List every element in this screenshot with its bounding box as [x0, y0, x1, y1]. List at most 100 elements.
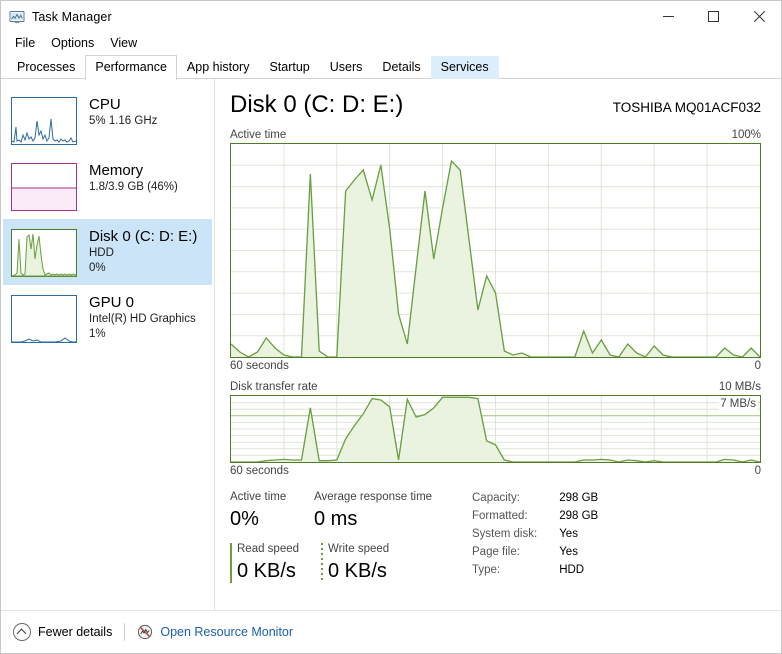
maximize-button[interactable]	[691, 1, 736, 32]
property-value: Yes	[559, 546, 578, 558]
transfer-rate-graph: 7 MB/s	[230, 395, 761, 463]
property-key: Formatted:	[472, 510, 528, 522]
sidebar-item-usage: 0%	[89, 262, 106, 274]
stats-area: Active time 0% Average response time 0 m…	[230, 489, 761, 585]
open-resource-monitor-label: Open Resource Monitor	[160, 625, 294, 639]
property-key: Capacity:	[472, 492, 520, 504]
open-resource-monitor-link[interactable]: Open Resource Monitor	[137, 624, 293, 640]
sidebar-item-memory[interactable]: Memory 1.8/3.9 GB (46%)	[3, 153, 212, 219]
transfer-rate-graph-title: Disk transfer rate	[230, 381, 318, 393]
stat-value: 0 KB/s	[237, 560, 296, 582]
menu-item-file[interactable]: File	[7, 34, 43, 52]
resource-sidebar: CPU 5% 1.16 GHz Memory 1.8/3.9 GB (46%)	[1, 79, 215, 610]
resource-monitor-icon	[137, 624, 153, 640]
stat-value: 0 KB/s	[328, 560, 387, 582]
fewer-details-button[interactable]: Fewer details	[13, 623, 112, 641]
property-key: Type:	[472, 564, 501, 576]
sidebar-item-subtitle: 5% 1.16 GHz	[89, 115, 158, 127]
sidebar-item-subtitle: HDD	[89, 247, 114, 259]
chevron-up-circle-icon	[13, 623, 31, 641]
active-time-graph-axis: 60 seconds 0	[230, 360, 761, 372]
sidebar-item-gpu-0[interactable]: GPU 0 Intel(R) HD Graphics 1%	[3, 285, 212, 351]
active-time-graph	[230, 143, 761, 358]
stat-label: Active time	[230, 491, 287, 503]
stat-active-time: Active time 0%	[230, 489, 314, 533]
panel-header: Disk 0 (C: D: E:) TOSHIBA MQ01ACF032	[230, 90, 761, 120]
gpu-thumbnail-graph	[11, 295, 77, 343]
status-bar-divider	[124, 623, 126, 641]
tab-strip: Processes Performance App history Startu…	[1, 54, 781, 80]
sidebar-item-subtitle: 1.8/3.9 GB (46%)	[89, 181, 178, 193]
active-time-graph-title: Active time	[230, 129, 287, 141]
active-time-axis-left: 60 seconds	[230, 360, 289, 372]
sidebar-item-subtitle: Intel(R) HD Graphics	[89, 313, 196, 325]
content-area: CPU 5% 1.16 GHz Memory 1.8/3.9 GB (46%)	[1, 79, 781, 610]
transfer-rate-graph-max: 10 MB/s	[718, 381, 761, 393]
transfer-rate-axis-right: 0	[754, 465, 761, 477]
property-value: HDD	[559, 564, 585, 576]
tab-startup[interactable]: Startup	[259, 56, 319, 79]
window-title: Task Manager	[32, 9, 112, 24]
cpu-thumbnail-graph	[11, 97, 77, 145]
property-value: 298 GB	[559, 510, 599, 522]
menu-item-view[interactable]: View	[102, 34, 145, 52]
transfer-rate-marker-label: 7 MB/s	[719, 397, 757, 411]
sidebar-item-title: Disk 0 (C: D: E:)	[89, 228, 198, 245]
gpu-info: GPU 0 Intel(R) HD Graphics 1%	[89, 293, 196, 342]
tab-performance[interactable]: Performance	[85, 55, 177, 80]
status-bar: Fewer details Open Resource Monitor	[1, 610, 781, 653]
stats-left-group: Active time 0% Average response time 0 m…	[230, 489, 462, 585]
memory-info: Memory 1.8/3.9 GB (46%)	[89, 161, 178, 195]
sidebar-item-cpu[interactable]: CPU 5% 1.16 GHz	[3, 87, 212, 153]
fewer-details-label: Fewer details	[38, 625, 113, 639]
write-speed-bar-icon	[321, 543, 323, 583]
speed-row: Read speed 0 KB/s Write speed 0 KB/s	[230, 541, 462, 585]
stat-label: Average response time	[314, 491, 433, 503]
stat-label: Read speed	[237, 543, 300, 555]
close-button[interactable]	[736, 1, 781, 32]
tab-app-history[interactable]: App history	[177, 56, 260, 79]
minimize-icon	[663, 16, 674, 17]
read-speed-bar-icon	[230, 543, 232, 583]
active-time-graph-labels: Active time 100%	[230, 129, 761, 141]
maximize-icon	[708, 11, 719, 22]
property-key: Page file:	[472, 546, 520, 558]
active-time-graph-max: 100%	[731, 129, 761, 141]
tab-services[interactable]: Services	[430, 56, 499, 79]
cpu-info: CPU 5% 1.16 GHz	[89, 95, 157, 129]
disk-info: Disk 0 (C: D: E:) HDD 0%	[89, 227, 197, 276]
stat-average-response-time: Average response time 0 ms	[314, 489, 448, 533]
stat-value: 0%	[230, 508, 259, 530]
transfer-rate-axis-left: 60 seconds	[230, 465, 289, 477]
page-title: Disk 0 (C: D: E:)	[230, 91, 404, 118]
tab-processes[interactable]: Processes	[7, 56, 85, 79]
task-manager-icon	[9, 9, 25, 25]
window-controls	[646, 1, 781, 32]
transfer-rate-graph-axis: 60 seconds 0	[230, 465, 761, 477]
memory-thumbnail-graph	[11, 163, 77, 211]
device-model: TOSHIBA MQ01ACF032	[612, 100, 761, 115]
property-value: 298 GB	[559, 492, 599, 504]
stat-value: 0 ms	[314, 508, 358, 530]
disk-thumbnail-graph	[11, 229, 77, 277]
sidebar-item-disk-0[interactable]: Disk 0 (C: D: E:) HDD 0%	[3, 219, 212, 285]
transfer-rate-graph-labels: Disk transfer rate 10 MB/s	[230, 381, 761, 393]
performance-detail-panel: Disk 0 (C: D: E:) TOSHIBA MQ01ACF032 Act…	[215, 79, 781, 610]
tab-users[interactable]: Users	[320, 56, 373, 79]
sidebar-item-usage: 1%	[89, 328, 106, 340]
menu-bar: File Options View	[1, 32, 781, 54]
minimize-button[interactable]	[646, 1, 691, 32]
menu-item-options[interactable]: Options	[43, 34, 102, 52]
sidebar-item-title: GPU 0	[89, 294, 135, 311]
sidebar-item-title: Memory	[89, 162, 144, 179]
property-value: Yes	[559, 528, 578, 540]
title-bar: Task Manager	[1, 1, 781, 32]
close-icon	[753, 11, 765, 23]
task-manager-window: Task Manager File Options View Processes…	[0, 0, 782, 654]
stat-read-speed: Read speed 0 KB/s	[230, 541, 321, 585]
property-key: System disk:	[472, 528, 538, 540]
active-time-axis-right: 0	[754, 360, 761, 372]
tab-details[interactable]: Details	[372, 56, 430, 79]
stat-write-speed: Write speed 0 KB/s	[321, 541, 462, 585]
disk-properties: Capacity: 298 GB Formatted: 298 GB Syste…	[472, 489, 598, 585]
